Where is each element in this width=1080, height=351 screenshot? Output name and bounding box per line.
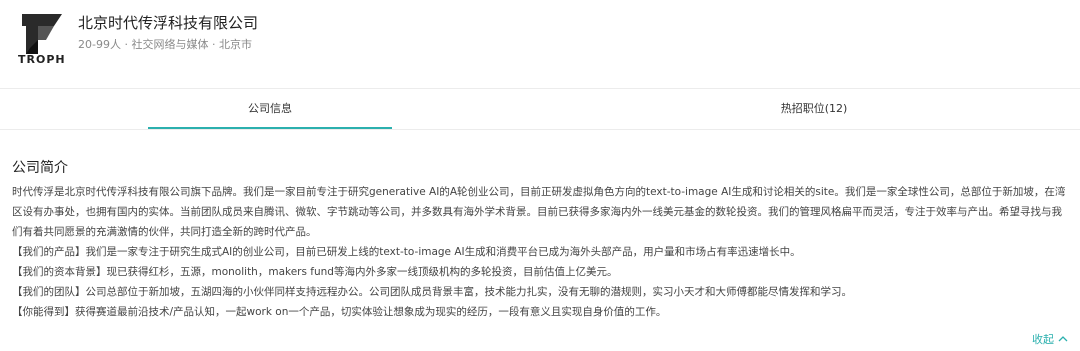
intro-paragraph: 【我们的产品】我们是一家专注于研究生成式AI的创业公司，目前已研发上线的text… [12,246,801,258]
company-logo-text: TROPH [18,53,66,66]
intro-title: 公司简介 [12,160,68,176]
active-tab-indicator [148,127,392,129]
tab-bar: 公司信息 热招职位(12) [0,88,1080,130]
intro-paragraph: 【我们的团队】公司总部位于新加坡，五湖四海的小伙伴同样支持远程办公。公司团队成员… [12,286,852,298]
collapse-label: 收起 [1032,333,1054,346]
chevron-up-icon [1058,332,1068,348]
intro-paragraph: 【你能得到】获得赛道最前沿技术/产品认知，一起work on一个产品，切实体验让… [12,306,667,318]
company-header: TROPH 北京时代传浮科技有限公司 20-99人 · 社交网络与媒体 · 北京… [0,0,1080,88]
tab-company-info[interactable]: 公司信息 [148,89,392,129]
company-intro-section: 公司简介 时代传浮是北京时代传浮科技有限公司旗下品牌。我们是一家目前专注于研究g… [0,158,1080,322]
tab-hot-jobs[interactable]: 热招职位(12) [692,89,936,129]
company-meta: 20-99人 · 社交网络与媒体 · 北京市 [78,38,252,51]
intro-body: 时代传浮是北京时代传浮科技有限公司旗下品牌。我们是一家目前专注于研究genera… [12,182,1068,322]
intro-paragraph: 时代传浮是北京时代传浮科技有限公司旗下品牌。我们是一家目前专注于研究genera… [12,186,1066,238]
intro-paragraph: 【我们的资本背景】现已获得红杉，五源，monolith，makers fund等… [12,266,618,278]
company-name: 北京时代传浮科技有限公司 [78,14,259,32]
collapse-button[interactable]: 收起 [1032,332,1068,348]
